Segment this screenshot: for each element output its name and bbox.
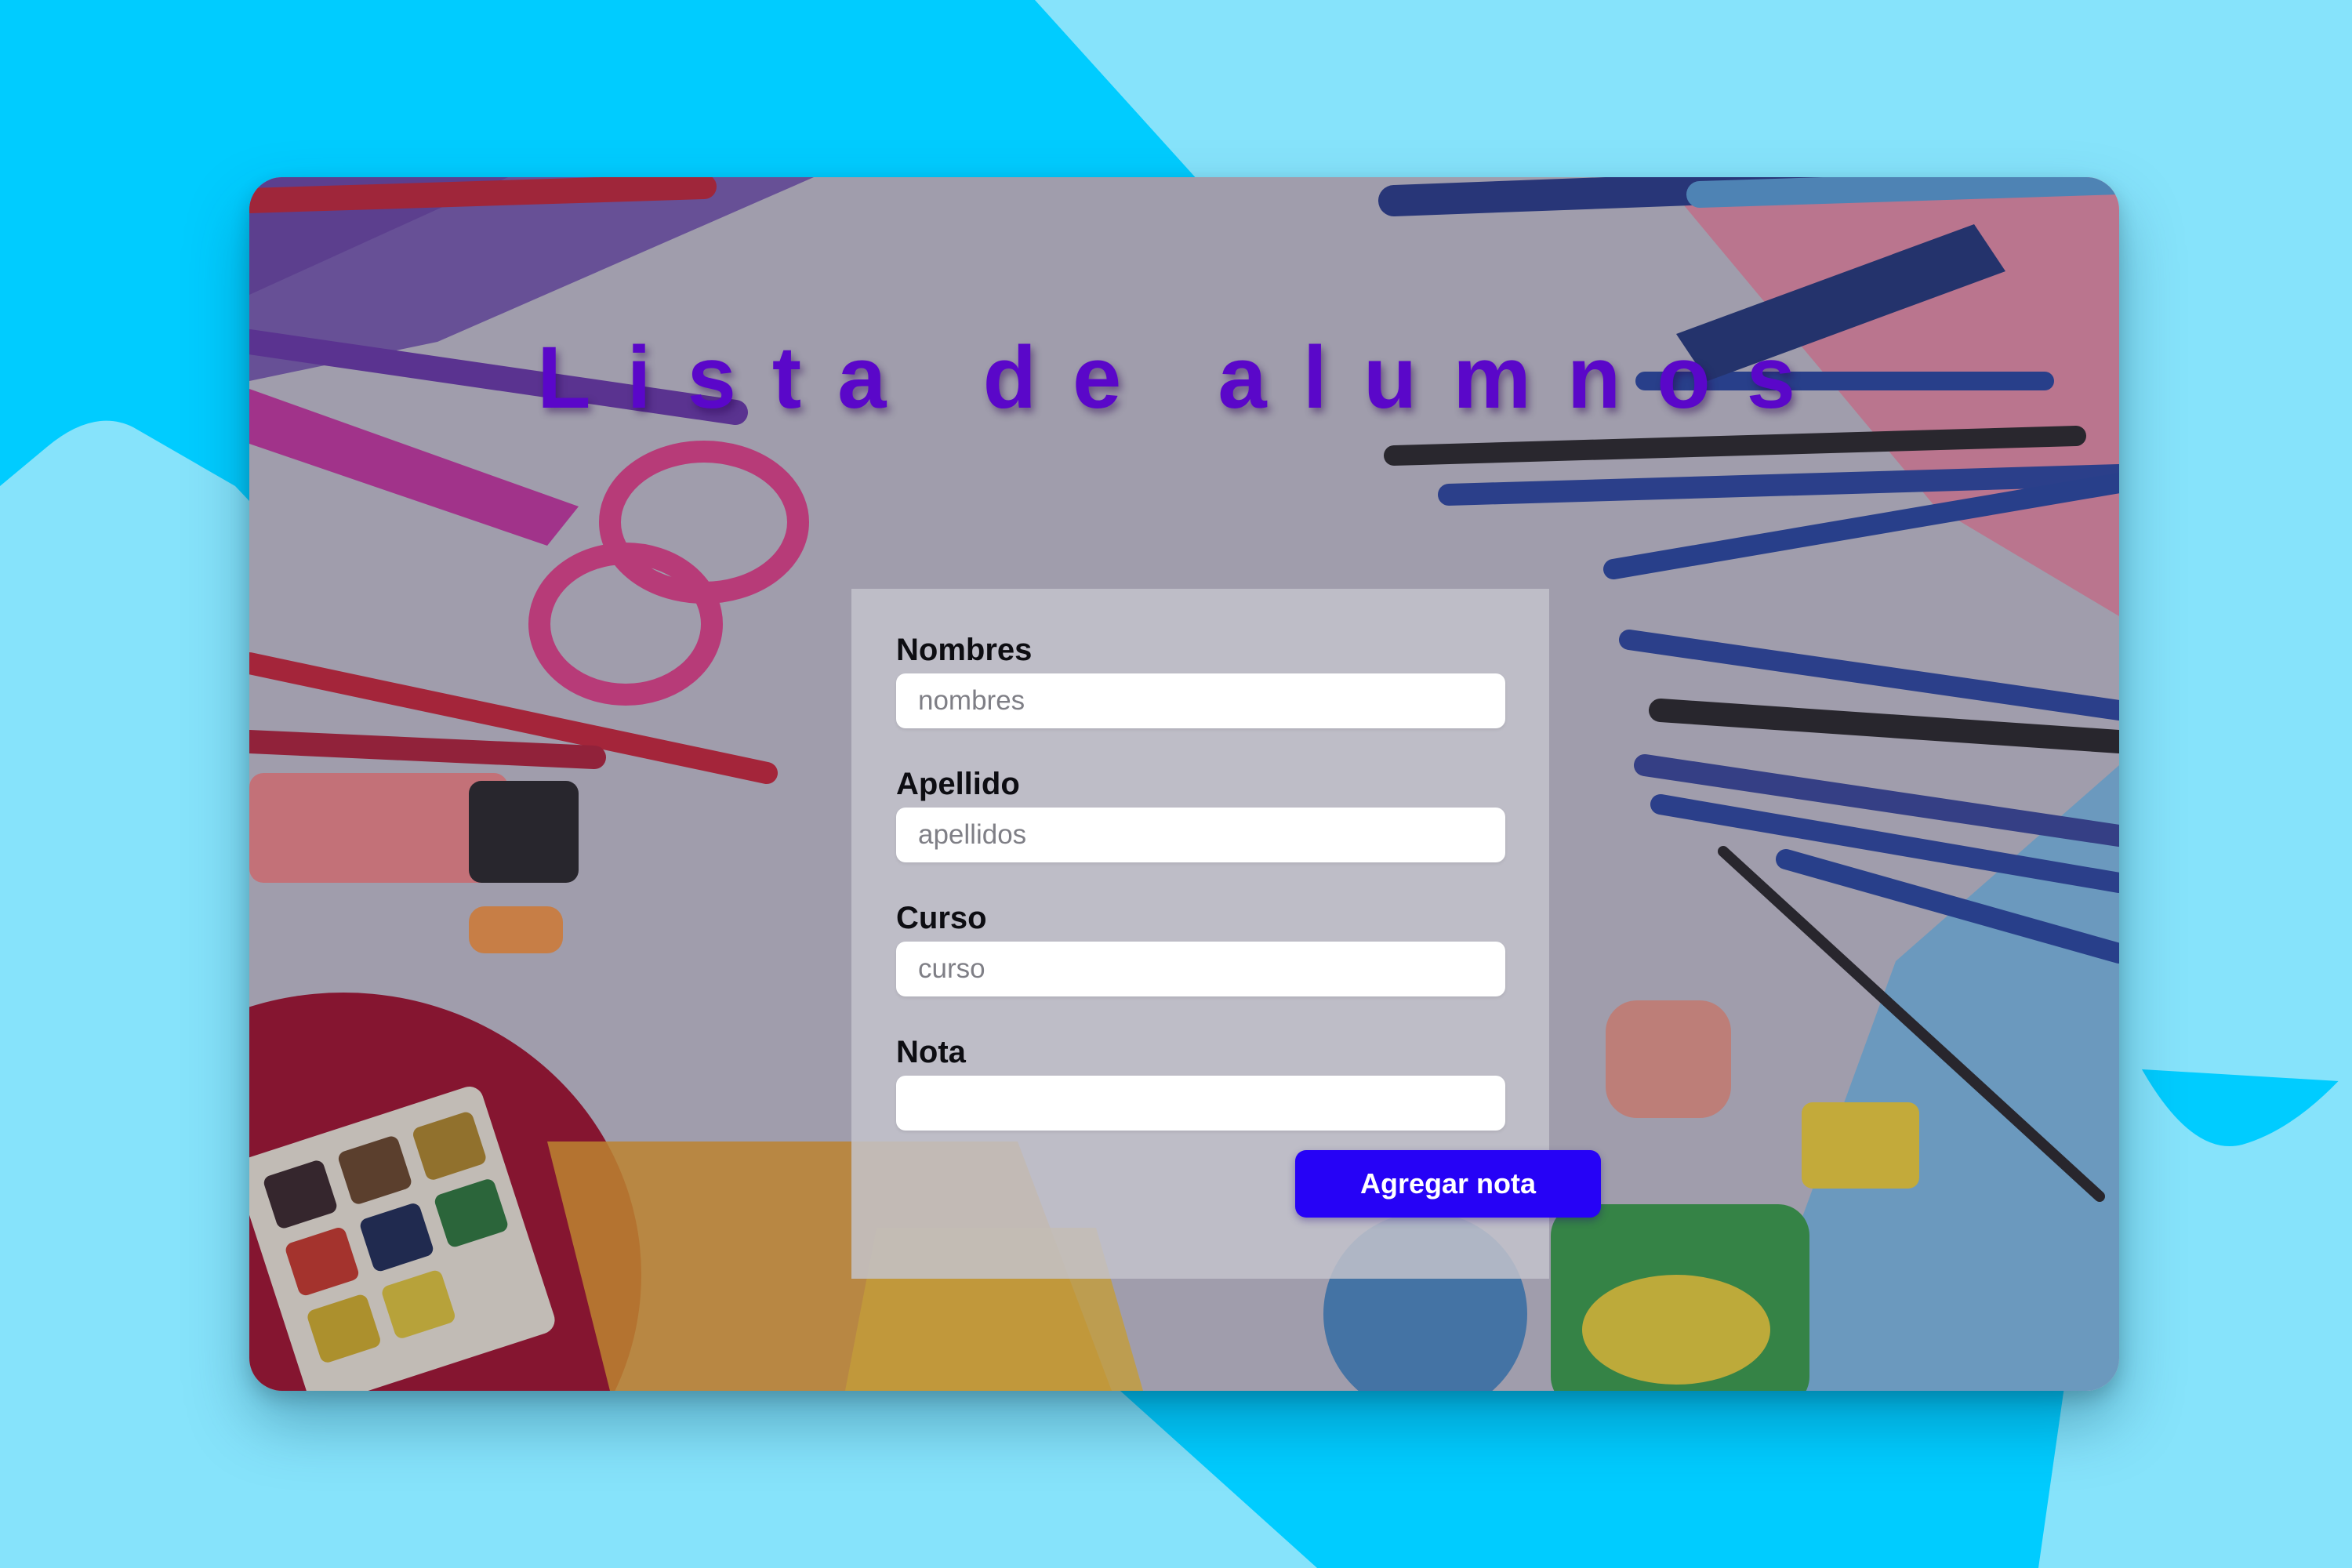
student-form: Nombres Apellido Curso Nota Agregar nota <box>851 589 1601 1279</box>
nombres-input[interactable] <box>896 673 1505 728</box>
nota-input[interactable] <box>896 1076 1505 1131</box>
apellido-label: Apellido <box>896 767 1020 801</box>
apellido-input[interactable] <box>896 808 1505 862</box>
app-window: Lista de alumnos Nombres Apellido Curso … <box>249 177 2119 1391</box>
field-curso: Curso <box>896 902 1505 996</box>
nota-label: Nota <box>896 1035 966 1069</box>
agregar-nota-button[interactable]: Agregar nota <box>1295 1150 1601 1218</box>
nombres-label: Nombres <box>896 633 1033 667</box>
field-nombres: Nombres <box>896 634 1505 728</box>
field-nota: Nota <box>896 1036 1505 1131</box>
curso-label: Curso <box>896 901 987 935</box>
curso-input[interactable] <box>896 942 1505 996</box>
page-title: Lista de alumnos <box>537 328 1831 426</box>
field-apellido: Apellido <box>896 768 1505 862</box>
